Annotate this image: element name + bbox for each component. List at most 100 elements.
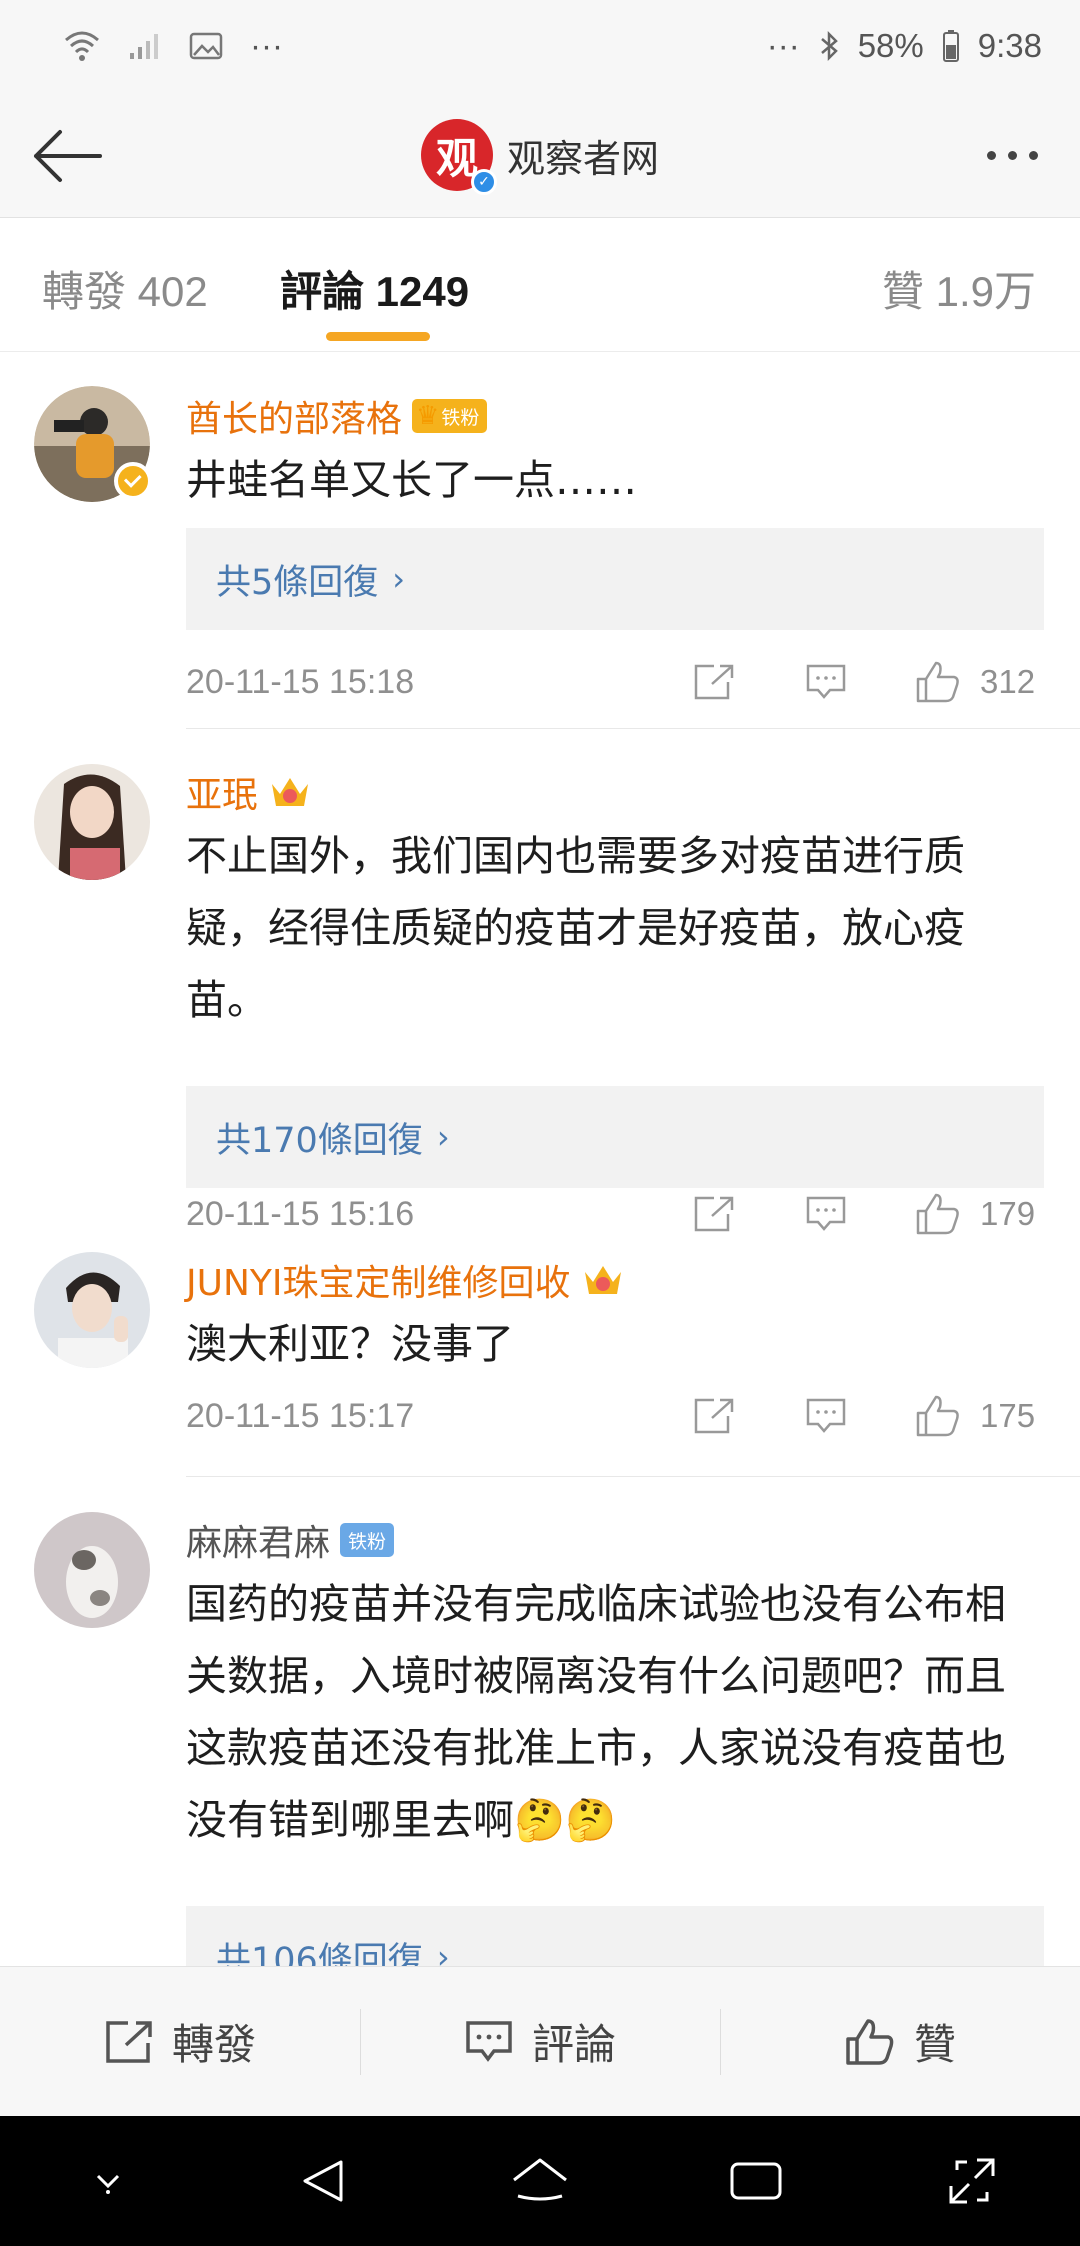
fan-badge-label: 铁粉 bbox=[441, 406, 480, 429]
chevron-right-icon: › bbox=[436, 1118, 450, 1156]
rotate-screen-icon bbox=[947, 2156, 997, 2206]
home-icon bbox=[510, 2156, 570, 2206]
comment-button[interactable]: 評論 bbox=[360, 1967, 720, 2116]
dot bbox=[986, 150, 996, 160]
replies-count: 共170條回復 bbox=[216, 1120, 423, 1161]
tab-bar: 轉發 402 評論 1249 贊 1.9万 bbox=[0, 218, 1080, 352]
username-text: 麻麻君麻 bbox=[186, 1523, 331, 1564]
thumbs-up-icon[interactable] bbox=[908, 1184, 968, 1244]
clock: 9:38 bbox=[977, 27, 1042, 64]
recents-icon bbox=[728, 2158, 784, 2204]
username-text: 亚珉 bbox=[186, 775, 259, 816]
avatar[interactable] bbox=[34, 1252, 150, 1368]
tab-repost[interactable]: 轉發 402 bbox=[42, 258, 208, 319]
username-text: 酋长的部落格 bbox=[186, 399, 403, 440]
avatar[interactable] bbox=[34, 764, 150, 880]
repost-button[interactable]: 轉發 bbox=[0, 1967, 360, 2116]
like-count: 179 bbox=[980, 1195, 1036, 1232]
brand-logo: 观 ✓ bbox=[420, 119, 497, 195]
crown-icon bbox=[268, 772, 312, 812]
image-notification-icon bbox=[188, 31, 224, 61]
nav-hide-button[interactable] bbox=[63, 2136, 153, 2226]
crown-icon: ♛ bbox=[416, 401, 440, 431]
title-bar: 观 ✓ 观察者网 bbox=[0, 92, 1080, 218]
reply-icon[interactable] bbox=[796, 1386, 856, 1446]
comment-username[interactable]: 麻麻君麻 铁粉 bbox=[186, 1514, 395, 1566]
comment-meta: 20-11-15 15:18 312 bbox=[186, 652, 1044, 712]
signal-icon bbox=[128, 31, 162, 61]
comment-time: 20-11-15 15:17 bbox=[186, 1396, 415, 1435]
comment-meta: 20-11-15 15:17 175 bbox=[186, 1386, 1044, 1446]
reply-icon[interactable] bbox=[796, 652, 856, 712]
thumbs-up-icon[interactable] bbox=[908, 1386, 968, 1446]
status-right-more: ··· bbox=[766, 27, 800, 64]
comment-text: 井蛙名单又长了一点…… bbox=[186, 456, 637, 504]
dot bbox=[1028, 150, 1038, 160]
comment-item: 酋长的部落格 ♛ 铁粉 井蛙名单又长了一点…… 共5條回復 › 20-11-15 1… bbox=[0, 352, 1080, 730]
comment-item: 亚珉 不止国外，我们国内也需要多对疫苗进行质疑，经得住质疑的疫苗才是好疫苗，放心… bbox=[0, 730, 1080, 1252]
tab-like[interactable]: 贊 1.9万 bbox=[882, 258, 1036, 319]
account-title[interactable]: 观 ✓ 观察者网 bbox=[0, 92, 1080, 218]
replies-count: 共106條回復 bbox=[216, 1940, 423, 1967]
triangle-back-icon bbox=[299, 2156, 349, 2206]
chevron-right-icon: › bbox=[436, 1938, 450, 1966]
divider bbox=[186, 728, 1080, 729]
chevron-right-icon: › bbox=[392, 560, 406, 598]
like-count: 175 bbox=[980, 1397, 1036, 1434]
crown-icon bbox=[581, 1260, 625, 1300]
comment-meta: 20-11-15 15:16 179 bbox=[186, 1184, 1044, 1244]
replies-link[interactable]: 共106條回復 › bbox=[186, 1906, 1044, 1966]
reply-icon[interactable] bbox=[796, 1184, 856, 1244]
avatar[interactable] bbox=[34, 386, 152, 502]
nav-back-button[interactable] bbox=[279, 2136, 369, 2226]
chevron-down-icon bbox=[88, 2166, 128, 2196]
share-icon[interactable] bbox=[684, 1184, 744, 1244]
comment-item: 麻麻君麻 铁粉 国药的疫苗并没有完成临床试验也没有公布相关数据，入境时被隔离没有… bbox=[0, 1478, 1080, 1966]
system-nav-bar bbox=[0, 2116, 1080, 2246]
dot bbox=[1007, 150, 1017, 160]
comment-text: 国药的疫苗并没有完成临床试验也没有公布相关数据，入境时被隔离没有什么问题吧？而且… bbox=[186, 1580, 1006, 1844]
tab-active-indicator bbox=[326, 332, 430, 341]
comment-list: 酋长的部落格 ♛ 铁粉 井蛙名单又长了一点…… 共5條回復 › 20-11-15 1… bbox=[0, 352, 1080, 1966]
like-count: 312 bbox=[980, 663, 1036, 700]
bluetooth-icon bbox=[818, 29, 840, 63]
share-icon bbox=[104, 2019, 154, 2065]
bottom-action-bar: 轉發 評論 贊 bbox=[0, 1966, 1080, 2116]
comment-username[interactable]: JUNYI珠宝定制维修回收 bbox=[186, 1254, 625, 1306]
like-label: 贊 bbox=[913, 2020, 956, 2069]
battery-icon bbox=[942, 29, 960, 63]
like-button[interactable]: 贊 bbox=[720, 1967, 1080, 2116]
replies-link[interactable]: 共170條回復 › bbox=[186, 1086, 1044, 1188]
avatar[interactable] bbox=[34, 1512, 150, 1628]
page-title: 观察者网 bbox=[506, 136, 659, 181]
comment-time: 20-11-15 15:18 bbox=[186, 662, 415, 701]
more-options-button[interactable] bbox=[972, 126, 1052, 184]
comment-username[interactable]: 亚珉 bbox=[186, 766, 312, 818]
nav-home-button[interactable] bbox=[495, 2136, 585, 2226]
fan-badge: 铁粉 bbox=[340, 1523, 395, 1557]
fan-badge: ♛ 铁粉 bbox=[412, 399, 488, 433]
comment-label: 評論 bbox=[531, 2020, 616, 2069]
nav-recents-button[interactable] bbox=[711, 2136, 801, 2226]
repost-label: 轉發 bbox=[171, 2020, 256, 2069]
comment-item: JUNYI珠宝定制维修回收 澳大利亚？没事了 20-11-15 15:17 17… bbox=[0, 1252, 1080, 1478]
wifi-icon bbox=[62, 28, 102, 64]
verified-icon: ✓ bbox=[470, 169, 497, 195]
nav-rotate-button[interactable] bbox=[927, 2136, 1017, 2226]
battery-percent: 58% bbox=[857, 27, 924, 64]
comment-icon bbox=[464, 2019, 514, 2065]
status-left-more: ··· bbox=[250, 27, 283, 64]
comment-text: 不止国外，我们国内也需要多对疫苗进行质疑，经得住质疑的疫苗才是好疫苗，放心疫苗。 bbox=[186, 832, 965, 1024]
username-text: JUNYI珠宝定制维修回收 bbox=[186, 1263, 571, 1304]
status-bar: ··· ··· 58% 9:38 bbox=[0, 0, 1080, 92]
verified-badge-icon bbox=[114, 462, 152, 500]
comment-text: 澳大利亚？没事了 bbox=[186, 1320, 514, 1368]
share-icon[interactable] bbox=[684, 1386, 744, 1446]
share-icon[interactable] bbox=[684, 652, 744, 712]
divider bbox=[186, 1476, 1080, 1477]
replies-count: 共5條回復 bbox=[216, 562, 379, 603]
thumbs-up-icon[interactable] bbox=[908, 652, 968, 712]
replies-link[interactable]: 共5條回復 › bbox=[186, 528, 1044, 630]
comment-username[interactable]: 酋长的部落格 ♛ 铁粉 bbox=[186, 390, 488, 442]
comment-time: 20-11-15 15:16 bbox=[186, 1194, 415, 1233]
